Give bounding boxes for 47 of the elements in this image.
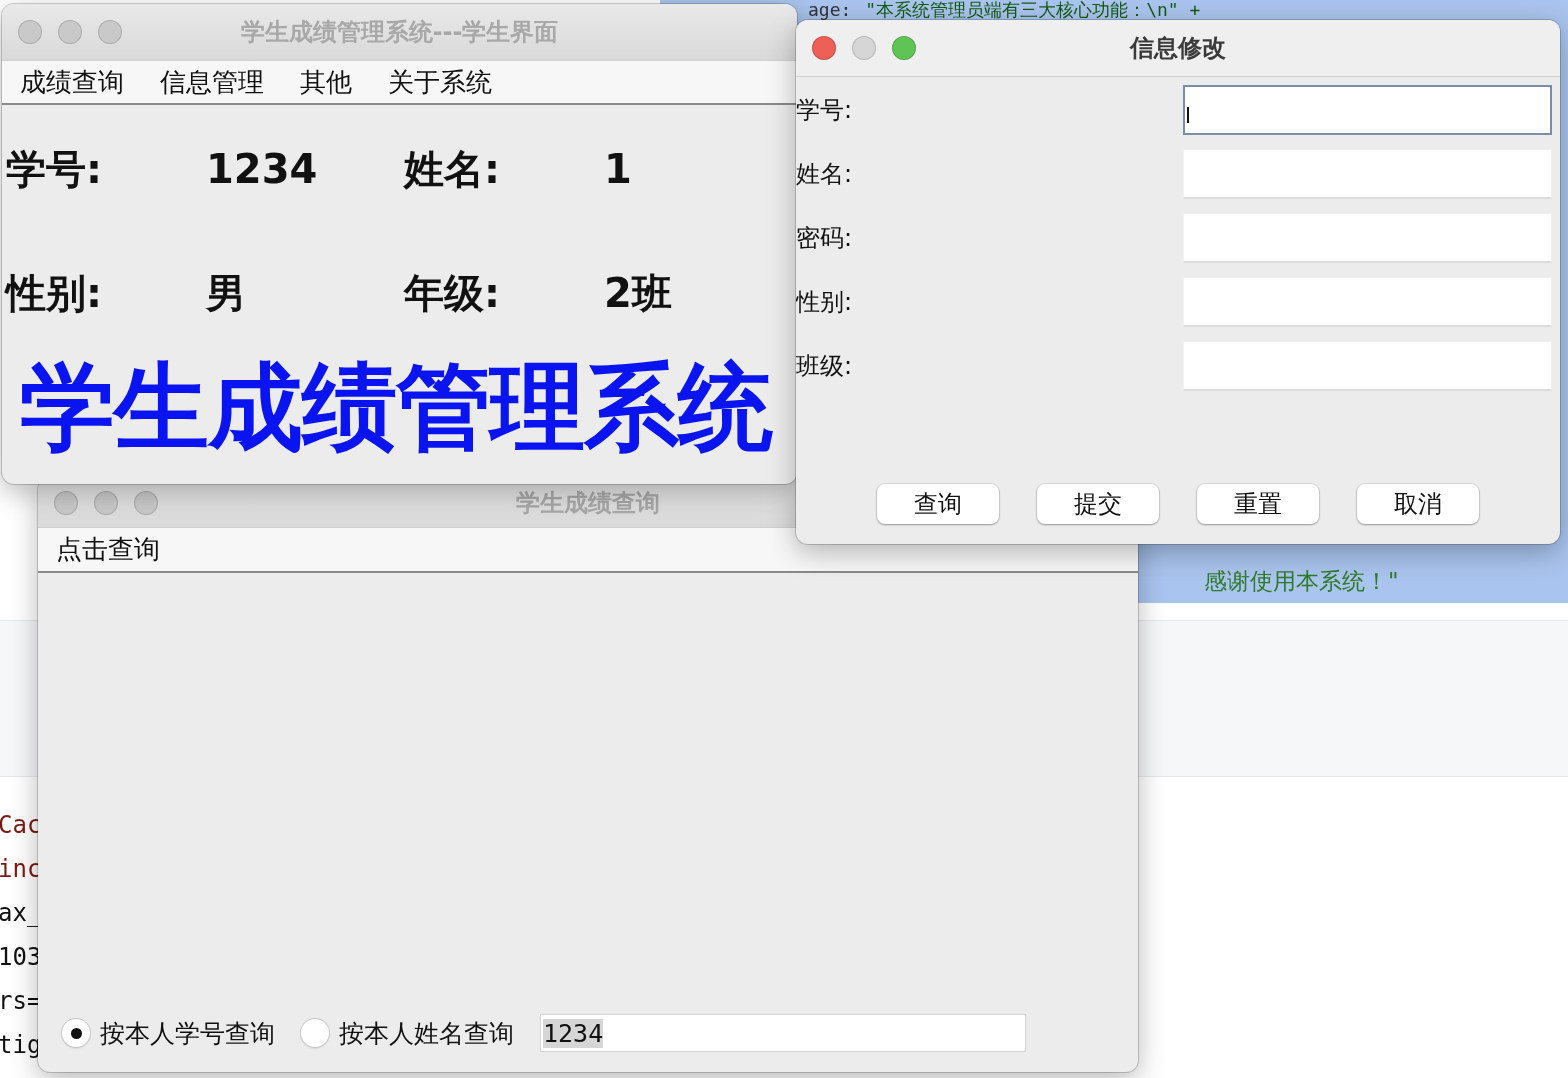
minimize-icon[interactable] xyxy=(852,36,876,60)
zoom-icon[interactable] xyxy=(892,36,916,60)
code-text: ax_ xyxy=(0,898,42,929)
field-value: 1 xyxy=(604,146,633,192)
window-title: 学生成绩管理系统---学生界面 xyxy=(240,17,559,48)
field-label: 班级: xyxy=(796,351,854,382)
menu-item[interactable]: 成绩查询 xyxy=(20,64,124,100)
code-string: 感谢使用本系统！" xyxy=(1204,567,1399,596)
code-text: Cac xyxy=(0,810,42,841)
field-label: 性别: xyxy=(796,287,854,318)
radio-button[interactable] xyxy=(301,1019,329,1047)
menu-item[interactable]: 点击查询 xyxy=(56,532,160,567)
close-icon[interactable] xyxy=(54,490,78,515)
zoom-icon[interactable] xyxy=(134,490,158,515)
minimize-icon[interactable] xyxy=(58,20,82,44)
input-field[interactable] xyxy=(1183,85,1552,135)
code-string: "本系统管理员端有三大核心功能：\n" + xyxy=(865,0,1201,19)
window-title: 信息修改 xyxy=(1130,33,1226,64)
menu-item[interactable]: 信息管理 xyxy=(160,64,264,100)
code-text: age: xyxy=(808,0,852,19)
radio-label: 按本人姓名查询 xyxy=(339,1017,514,1050)
field-label: 性别: xyxy=(6,268,103,318)
dialog-button[interactable]: 查询 xyxy=(877,484,999,524)
field-label: 姓名: xyxy=(796,159,854,190)
menu-item[interactable]: 关于系统 xyxy=(388,64,492,100)
field-label: 密码: xyxy=(796,223,854,254)
radio-label: 按本人学号查询 xyxy=(100,1017,275,1050)
field-value: 男 xyxy=(206,268,247,318)
dialog-button[interactable]: 提交 xyxy=(1037,484,1159,524)
radio-button[interactable] xyxy=(62,1019,90,1047)
field-value: 1234 xyxy=(206,146,319,192)
close-icon[interactable] xyxy=(18,20,42,44)
code-text: inc xyxy=(0,854,42,885)
field-value: 2班 xyxy=(604,268,673,318)
banner-title: 学生成绩管理系统 xyxy=(19,351,774,464)
field-label: 学号: xyxy=(796,95,854,126)
search-field[interactable]: 1234 xyxy=(540,1014,1026,1052)
dialog-button[interactable]: 重置 xyxy=(1197,484,1319,524)
field-label: 学号: xyxy=(6,144,103,194)
field-label: 年级: xyxy=(404,268,501,318)
minimize-icon[interactable] xyxy=(94,490,118,515)
dialog-button[interactable]: 取消 xyxy=(1357,484,1479,524)
text-caret xyxy=(1187,107,1189,123)
close-icon[interactable] xyxy=(812,36,836,60)
zoom-icon[interactable] xyxy=(98,20,122,44)
field-label: 姓名: xyxy=(404,144,501,194)
menu-item[interactable]: 其他 xyxy=(300,64,352,100)
